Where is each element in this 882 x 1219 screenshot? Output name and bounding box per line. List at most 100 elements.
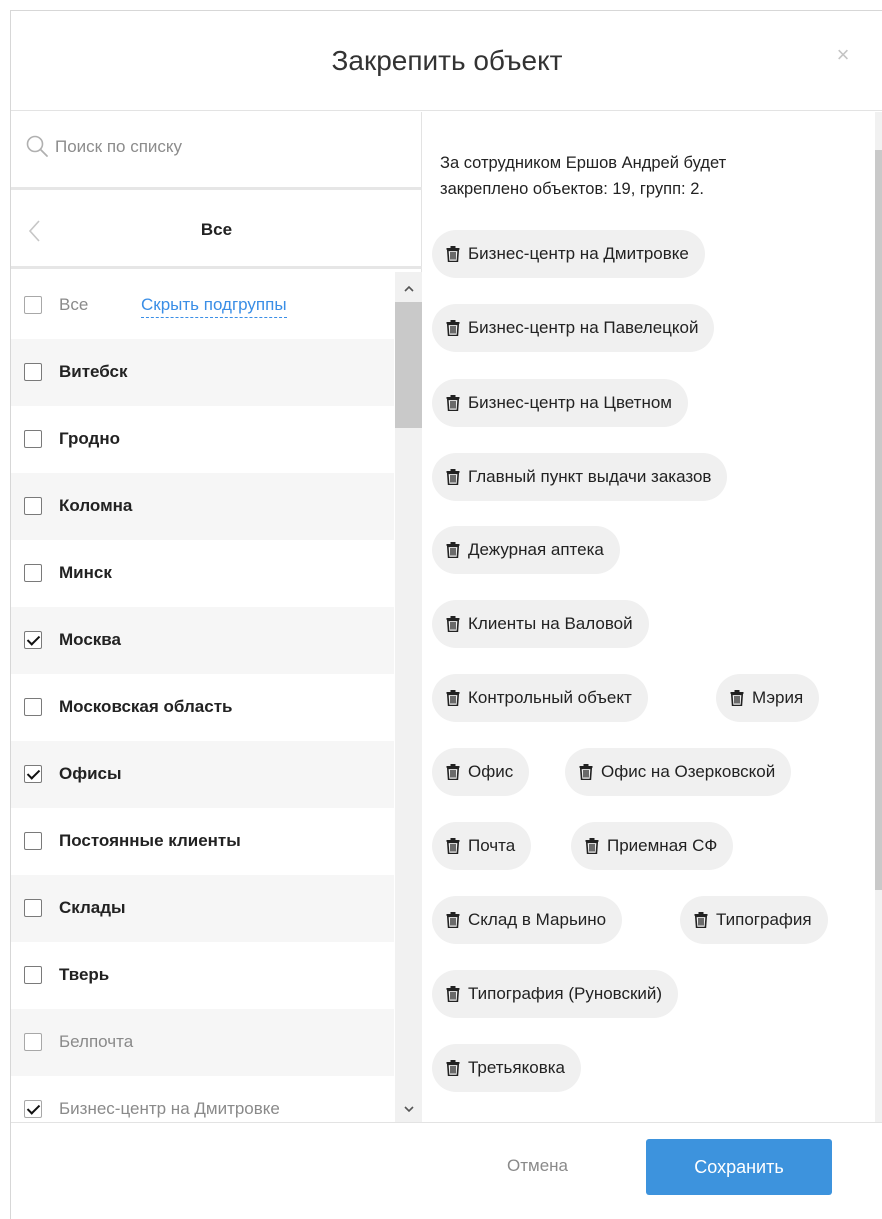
trash-icon[interactable] [446,1060,460,1077]
scrollbar-thumb[interactable] [875,150,882,890]
list-scrollbar[interactable] [395,272,422,1122]
trash-icon[interactable] [446,912,460,929]
search-bar [11,112,422,190]
checkbox[interactable] [24,765,42,783]
checkbox[interactable] [24,899,42,917]
selected-object-chip[interactable]: Типография [680,896,828,944]
dialog-footer: Отмена Сохранить [11,1122,882,1219]
selected-object-chip[interactable]: Главный пункт выдачи заказов [432,453,728,501]
checkbox[interactable] [24,564,42,582]
chip-label: Контрольный объект [468,688,632,707]
dialog-title: Закрепить объект [331,45,563,76]
selected-object-chip[interactable]: Контрольный объект [432,674,648,722]
trash-icon[interactable] [730,690,744,707]
list-item-all[interactable]: Все Скрыть подгруппы [11,272,394,339]
checkbox[interactable] [24,1100,42,1118]
list-item-label: Витебск [59,362,128,381]
selected-object-chip[interactable]: Офис [432,748,530,796]
chip-label: Типография [716,910,812,929]
selected-object-chip[interactable]: Дежурная аптека [432,526,620,574]
chip-label: Типография (Руновский) [468,984,663,1003]
save-button[interactable]: Сохранить [646,1139,832,1195]
trash-icon[interactable] [446,542,460,559]
trash-icon[interactable] [579,764,593,781]
scroll-up-icon[interactable] [404,284,414,294]
list-item[interactable]: Тверь [11,942,394,1009]
trash-icon[interactable] [446,690,460,707]
list-item[interactable]: Белпочта [11,1009,394,1076]
list-item[interactable]: Московская область [11,674,394,741]
chip-label: Приемная СФ [607,836,718,855]
chip-label: Клиенты на Валовой [468,614,633,633]
chip-label: Бизнес-центр на Павелецкой [468,318,699,337]
scroll-down-icon[interactable] [404,1104,414,1114]
list-item-label: Москва [59,630,121,649]
chip-label: Мэрия [752,688,804,707]
trash-icon[interactable] [446,764,460,781]
chip-label: Бизнес-центр на Цветном [468,393,672,412]
selected-object-chip[interactable]: Мэрия [716,674,820,722]
trash-icon[interactable] [446,246,460,263]
list-item[interactable]: Постоянные клиенты [11,808,394,875]
trash-icon[interactable] [446,469,460,486]
selected-object-chip[interactable]: Офис на Озерковской [565,748,792,796]
trash-icon[interactable] [694,912,708,929]
chip-label: Главный пункт выдачи заказов [468,467,712,486]
current-group-title: Все [200,220,233,239]
chip-label: Офис [468,762,514,781]
trash-icon[interactable] [446,320,460,337]
list-item[interactable]: Гродно [11,406,394,473]
search-icon [26,135,48,157]
checkbox-all[interactable] [24,296,42,314]
checkbox[interactable] [24,631,42,649]
list-item-label: Постоянные клиенты [59,831,241,850]
checkbox[interactable] [24,1033,42,1051]
search-input[interactable] [55,130,405,164]
list-item-label: Московская область [59,697,233,716]
list-item[interactable]: Витебск [11,339,394,406]
selected-object-chip[interactable]: Третьяковка [432,1044,582,1092]
trash-icon[interactable] [446,616,460,633]
selected-object-chip[interactable]: Клиенты на Валовой [432,600,649,648]
chip-label: Бизнес-центр на Дмитровке [468,244,689,263]
list-item[interactable]: Офисы [11,741,394,808]
selected-object-chip[interactable]: Бизнес-центр на Цветном [432,379,688,427]
list-item-label: Склады [59,898,126,917]
group-navigation: Все [11,193,422,269]
list-item[interactable]: Склады [11,875,394,942]
checkbox[interactable] [24,497,42,515]
checkbox[interactable] [24,698,42,716]
list-item-label: Минск [59,563,112,582]
object-list: Все Скрыть подгруппы Витебск Гродно Коломн… [11,272,422,1122]
selected-object-chip[interactable]: Приемная СФ [571,822,734,870]
selected-objects-panel: За сотрудником Ершов Андрей будет закреп… [423,112,882,1122]
checkbox[interactable] [24,363,42,381]
trash-icon[interactable] [446,986,460,1003]
selected-object-chip[interactable]: Бизнес-центр на Дмитровке [432,230,705,278]
list-item-label: Тверь [59,965,110,984]
selected-object-chip[interactable]: Почта [432,822,532,870]
selected-object-chip[interactable]: Бизнес-центр на Павелецкой [432,304,715,352]
trash-icon[interactable] [585,838,599,855]
list-item[interactable]: Коломна [11,473,394,540]
cancel-button[interactable]: Отмена [507,1156,568,1176]
checkbox[interactable] [24,966,42,984]
list-item-label: Белпочта [59,1032,134,1051]
chips-scrollbar[interactable] [875,112,882,1122]
scrollbar-thumb[interactable] [395,302,422,428]
checkbox[interactable] [24,832,42,850]
dialog-header: Закрепить объект × [11,11,882,111]
checkbox[interactable] [24,430,42,448]
list-item-label: Коломна [59,496,133,515]
list-item[interactable]: Бизнес-центр на Дмитровке [11,1076,394,1122]
list-item-label: Гродно [59,429,120,448]
list-item-label: Офисы [59,764,122,783]
close-icon[interactable]: × [831,43,855,67]
trash-icon[interactable] [446,395,460,412]
list-item[interactable]: Москва [11,607,394,674]
selected-object-chip[interactable]: Склад в Марьино [432,896,623,944]
list-item[interactable]: Минск [11,540,394,607]
selected-object-chip[interactable]: Типография (Руновский) [432,970,679,1018]
hide-subgroups-link[interactable]: Скрыть подгруппы [141,295,287,318]
trash-icon[interactable] [446,838,460,855]
